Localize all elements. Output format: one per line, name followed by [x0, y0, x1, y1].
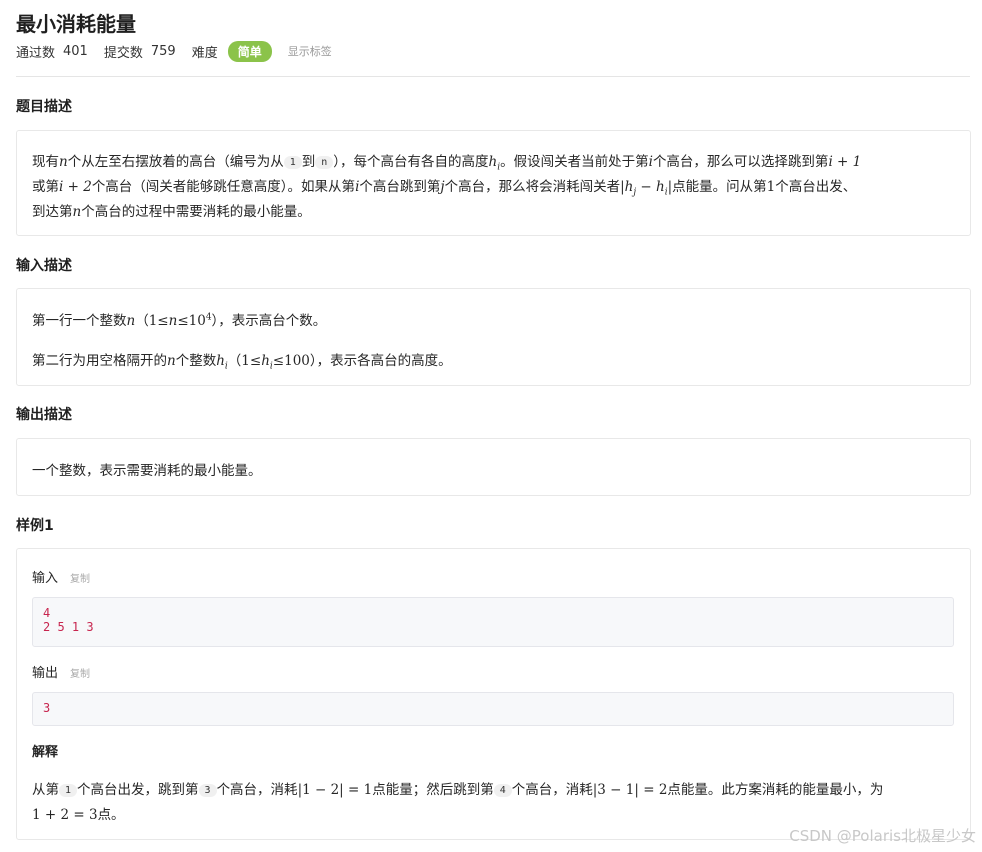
input-line-2: 第二行为用空格隔开的n个整数hi（1≤hi≤100），表示各高台的高度。	[32, 353, 452, 372]
input-line-1: 第一行一个整数n（1≤n≤104），表示高台个数。	[32, 312, 327, 330]
submit-label: 提交数	[103, 45, 143, 61]
watermark: CSDN @Polaris北极星少女	[789, 827, 976, 845]
passed-label: 通过数	[16, 45, 56, 61]
sample-input-label: 输入	[32, 571, 59, 586]
problem-stats: 通过数 401 提交数 759 难度 简单 显示标签	[16, 40, 332, 62]
difficulty-label: 难度	[191, 45, 218, 61]
sample-output-label: 输出	[32, 666, 59, 681]
copy-input-button[interactable]: 复制	[70, 574, 90, 585]
header-divider	[16, 76, 970, 77]
description-line-1: 现有n个从左至右摆放着的高台（编号为从 1 到 n ），每个高台有各自的高度hi。假设闯…	[32, 154, 862, 173]
section-title-output: 输出描述	[16, 407, 72, 423]
sample-input-code[interactable]: 4 2 5 1 3	[32, 597, 954, 647]
section-title-description: 题目描述	[16, 99, 72, 115]
explain-label: 解释	[32, 745, 59, 760]
description-line-3: 到达第n个高台的过程中需要消耗的最小能量。	[32, 204, 311, 220]
description-line-2: 或第i + 2个高台（闯关者能够跳任意高度）。如果从第i个高台跳到第j个高台，那…	[32, 179, 857, 198]
section-title-sample: 样例1	[16, 518, 54, 534]
sample-input-header: 输入 复制	[32, 567, 90, 586]
sample-output-code[interactable]: 3	[32, 692, 954, 726]
section-title-input: 输入描述	[16, 258, 72, 274]
show-tags-link[interactable]: 显示标签	[288, 43, 332, 59]
explain-line-2: 1 + 2 = 3点。	[32, 807, 125, 823]
explain-line-1: 从第 1 个高台出发，跳到第 3 个高台，消耗|1 − 2| = 1点能量；然后跳到第 4…	[32, 782, 884, 798]
copy-output-button[interactable]: 复制	[70, 669, 90, 680]
output-text: 一个整数，表示需要消耗的最小能量。	[32, 463, 262, 479]
problem-title: 最小消耗能量	[16, 12, 136, 36]
sample-output-header: 输出 复制	[32, 662, 90, 681]
submit-count: 759	[150, 43, 176, 59]
passed-count: 401	[63, 43, 88, 59]
difficulty-badge: 简单	[227, 40, 272, 62]
